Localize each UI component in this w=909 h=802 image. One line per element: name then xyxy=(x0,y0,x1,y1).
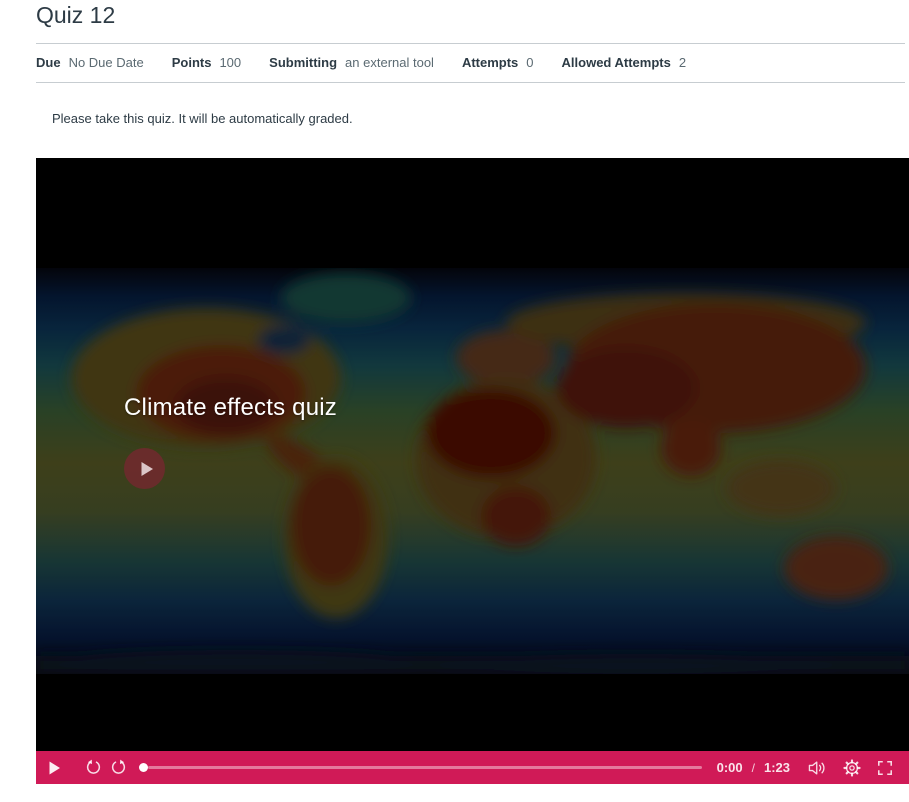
fullscreen-button[interactable] xyxy=(877,760,893,776)
quiz-instructions: Please take this quiz. It will be automa… xyxy=(52,111,353,126)
fullscreen-icon xyxy=(878,760,892,775)
meta-value: an external tool xyxy=(345,55,434,70)
quiz-meta-bar: Due No Due Date Points 100 Submitting an… xyxy=(36,43,905,83)
settings-gear-icon xyxy=(843,758,861,777)
volume-icon xyxy=(808,760,825,775)
volume-button[interactable] xyxy=(808,760,827,776)
meta-value: 2 xyxy=(678,55,687,70)
rewind-icon xyxy=(86,759,101,774)
video-player[interactable]: Climate effects quiz 0:00 / 1:23 xyxy=(36,158,909,784)
duration: 1:23 xyxy=(763,760,790,775)
meta-label: Attempts xyxy=(461,55,519,70)
play-icon xyxy=(49,761,60,774)
meta-item-attempts: Attempts 0 xyxy=(462,55,534,71)
meta-label: Due xyxy=(36,55,61,70)
video-overlay-title: Climate effects quiz xyxy=(124,394,337,421)
quiz-page: Quiz 12 Due No Due Date Points 100 Submi… xyxy=(0,2,909,802)
big-play-button[interactable] xyxy=(124,448,165,489)
meta-item-allowed-attempts: Allowed Attempts 2 xyxy=(562,55,687,71)
settings-button[interactable] xyxy=(843,758,861,777)
time-separator: / xyxy=(751,760,755,775)
fast-forward-button[interactable] xyxy=(110,759,127,776)
time-display: 0:00 / 1:23 xyxy=(717,760,790,775)
meta-value: 100 xyxy=(219,55,242,70)
meta-label: Submitting xyxy=(269,55,338,70)
meta-item-submitting: Submitting an external tool xyxy=(269,55,434,71)
play-button[interactable] xyxy=(48,761,61,775)
meta-value: No Due Date xyxy=(68,55,144,70)
progress-track[interactable] xyxy=(148,766,702,769)
current-time: 0:00 xyxy=(716,760,743,775)
meta-label: Points xyxy=(171,55,212,70)
fast-forward-icon xyxy=(111,759,126,774)
video-control-bar: 0:00 / 1:23 xyxy=(36,751,909,784)
meta-label: Allowed Attempts xyxy=(561,55,671,70)
progress-handle[interactable] xyxy=(139,763,148,772)
meta-item-due: Due No Due Date xyxy=(36,55,144,71)
rewind-button[interactable] xyxy=(85,759,102,776)
meta-item-points: Points 100 xyxy=(172,55,241,71)
meta-value: 0 xyxy=(526,55,534,70)
progress-bar[interactable] xyxy=(139,751,702,784)
video-thumbnail-climate-map xyxy=(36,268,909,674)
page-title: Quiz 12 xyxy=(36,2,116,28)
play-icon xyxy=(141,461,153,476)
